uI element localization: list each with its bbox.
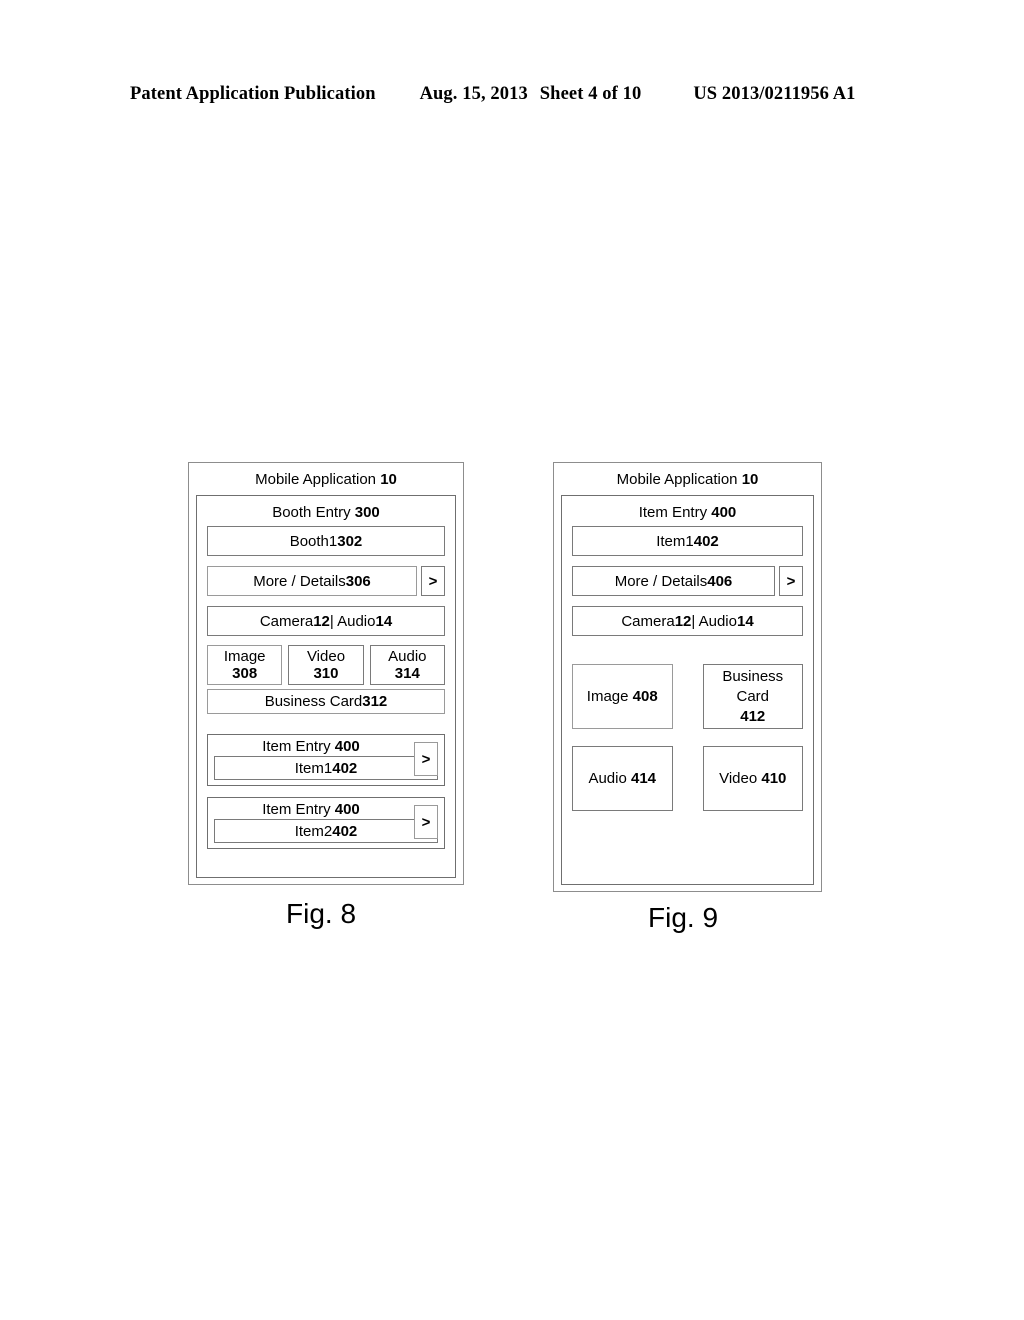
video-cell-ref: 310 (313, 665, 339, 682)
more-details-button-406[interactable]: More / Details 406 (572, 566, 775, 596)
camera-audio-button-fig9[interactable]: Camera 12 | Audio 14 (572, 606, 803, 636)
item-entry-2-title: Item Entry 400 (262, 801, 360, 818)
chevron-right-icon-306[interactable]: > (421, 566, 445, 596)
figure-9-caption: Fig. 9 (648, 902, 719, 933)
item-1-field-fig9[interactable]: Item 1 402 (572, 526, 803, 556)
item-entry-block-1[interactable]: Item Entry 400 Item 1 402 > (207, 734, 445, 786)
app-title-fig8: Mobile Application 10 (255, 471, 397, 488)
figure-8-caption: Fig. 8 (286, 898, 357, 929)
business-card-button-312[interactable]: Business Card 312 (207, 689, 445, 714)
image-cell-ref: 308 (232, 665, 258, 682)
figure-9: Mobile Application 10 Item Entry 400 Ite… (553, 462, 822, 892)
mobile-application-frame-fig9: Mobile Application 10 Item Entry 400 Ite… (553, 462, 822, 892)
image-cell-408[interactable]: Image 408 (572, 664, 673, 729)
video-cell-410[interactable]: Video 410 (702, 746, 803, 811)
video-cell-310[interactable]: Video 310 (288, 645, 364, 685)
audio-cell-414-label: Audio 414 (588, 769, 657, 787)
business-card-cell-412[interactable]: Business Card 412 (702, 664, 803, 729)
screen-title-item-entry: Item Entry 400 (638, 504, 737, 521)
image-cell-label: Image (223, 648, 266, 665)
audio-cell-label: Audio (388, 648, 427, 665)
media-row-fig8: Image 308 Video 310 Audio 314 (207, 645, 445, 685)
image-cell-408-label: Image 408 (586, 687, 658, 705)
image-cell-308[interactable]: Image 308 (207, 645, 283, 685)
app-title-fig9: Mobile Application 10 (616, 471, 759, 488)
figure-8: Mobile Application 10 Booth Entry 300 Bo… (188, 462, 464, 885)
media-grid-fig9: Image 408 Business Card 412 Audio 414 Vi… (572, 664, 803, 811)
mobile-application-frame-fig8: Mobile Application 10 Booth Entry 300 Bo… (188, 462, 464, 885)
booth-1-field[interactable]: Booth 1 302 (207, 526, 445, 556)
item-1-field[interactable]: Item 1 402 (214, 756, 438, 780)
business-card-line-3: 412 (740, 707, 766, 725)
item-entry-block-2[interactable]: Item Entry 400 Item 2 402 > (207, 797, 445, 849)
item-entry-1-body: Item 1 402 (214, 756, 438, 780)
header-patent-number: US 2013/0211956 A1 (693, 84, 856, 104)
business-card-line-2: Card (736, 687, 769, 705)
audio-cell-414[interactable]: Audio 414 (572, 746, 673, 811)
chevron-right-icon-item-1[interactable]: > (414, 742, 438, 776)
camera-audio-button-fig8[interactable]: Camera 12 | Audio 14 (207, 606, 445, 636)
more-details-row-fig9: More / Details 406 > (572, 566, 803, 596)
item-entry-screen: Item Entry 400 Item 1 402 More / Details… (561, 495, 814, 885)
item-2-field[interactable]: Item 2 402 (214, 819, 438, 843)
chevron-right-icon-406[interactable]: > (779, 566, 803, 596)
video-cell-label: Video (306, 648, 346, 665)
audio-cell-ref: 314 (394, 665, 420, 682)
header-sheet: Sheet 4 of 10 (539, 84, 642, 104)
more-details-row-fig8: More / Details 306 > (207, 566, 445, 596)
booth-entry-screen: Booth Entry 300 Booth 1 302 More / Detai… (196, 495, 456, 878)
page-header: Patent Application Publication Aug. 15, … (130, 84, 894, 105)
item-entry-2-body: Item 2 402 (214, 819, 438, 843)
item-entry-1-title: Item Entry 400 (262, 738, 360, 755)
business-card-line-1: Business (722, 667, 784, 685)
screen-title-booth-entry: Booth Entry 300 (272, 504, 380, 521)
chevron-right-icon-item-2[interactable]: > (414, 805, 438, 839)
header-publication: Patent Application Publication (130, 84, 376, 104)
audio-cell-314[interactable]: Audio 314 (369, 645, 445, 685)
header-date: Aug. 15, 2013 (419, 84, 528, 104)
video-cell-410-label: Video 410 (719, 769, 787, 787)
more-details-button-306[interactable]: More / Details 306 (207, 566, 417, 596)
